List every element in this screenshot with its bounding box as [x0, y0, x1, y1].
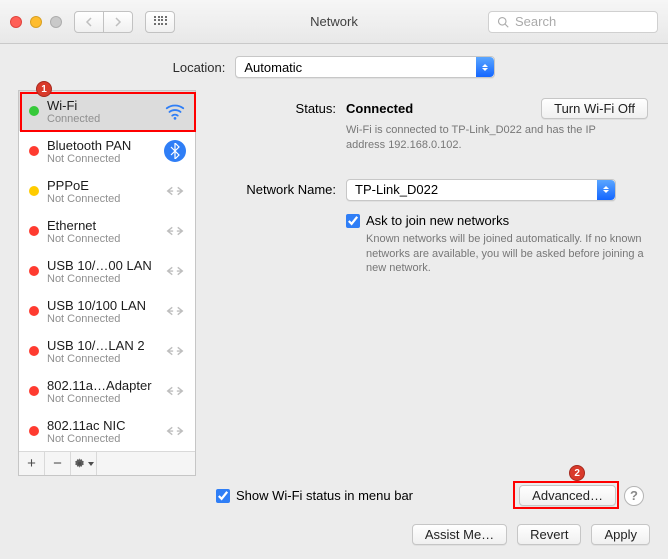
location-value: Automatic	[244, 60, 302, 75]
sidebar-item[interactable]: 802.11ac NICNot Connected	[19, 411, 195, 451]
titlebar: Network Search	[0, 0, 668, 44]
status-dot	[29, 386, 39, 396]
sidebar-item[interactable]: USB 10/100 LANNot Connected	[19, 291, 195, 331]
status-dot	[29, 306, 39, 316]
ask-to-join-subtext: Known networks will be joined automatica…	[366, 232, 646, 277]
connection-name: USB 10/…LAN 2	[47, 338, 159, 353]
connection-name: USB 10/100 LAN	[47, 298, 159, 313]
gear-icon	[73, 457, 94, 470]
sidebar-item[interactable]: PPPoENot Connected	[19, 171, 195, 211]
connection-status: Not Connected	[47, 233, 159, 245]
window-title: Network	[310, 14, 358, 29]
assist-me-button[interactable]: Assist Me…	[412, 524, 507, 545]
connection-status: Not Connected	[47, 193, 159, 205]
show-all-button[interactable]	[145, 11, 175, 33]
close-window[interactable]	[10, 16, 22, 28]
forward-button[interactable]	[103, 11, 133, 33]
connection-name: Bluetooth PAN	[47, 138, 159, 153]
connection-name: Wi-Fi	[47, 98, 159, 113]
connections-sidebar: Wi-FiConnectedBluetooth PANNot Connected…	[18, 90, 196, 476]
wifi-icon	[163, 99, 187, 123]
content: Location: Automatic 1 Wi-FiConnectedBlue…	[0, 44, 668, 559]
show-status-checkbox[interactable]: Show Wi-Fi status in menu bar	[216, 488, 413, 503]
sidebar-item[interactable]: Wi-FiConnected	[19, 91, 195, 131]
window-controls	[10, 16, 62, 28]
status-dot	[29, 106, 39, 116]
connection-status: Not Connected	[47, 313, 159, 325]
connection-name: PPPoE	[47, 178, 159, 193]
bluetooth-icon	[163, 139, 187, 163]
turn-wifi-off-button[interactable]: Turn Wi-Fi Off	[541, 98, 648, 119]
sidebar-item[interactable]: Bluetooth PANNot Connected	[19, 131, 195, 171]
remove-connection-button[interactable]: −	[45, 452, 71, 475]
connection-status: Not Connected	[47, 393, 159, 405]
network-name-value: TP-Link_D022	[355, 182, 438, 197]
show-status-input[interactable]	[216, 489, 230, 503]
connections-list[interactable]: Wi-FiConnectedBluetooth PANNot Connected…	[19, 91, 195, 451]
status-dot	[29, 146, 39, 156]
zoom-window[interactable]	[50, 16, 62, 28]
connection-name: 802.11a…Adapter	[47, 378, 159, 393]
status-dot	[29, 226, 39, 236]
ethernet-icon	[163, 379, 187, 403]
sidebar-item[interactable]: EthernetNot Connected	[19, 211, 195, 251]
help-button[interactable]: ?	[624, 486, 644, 506]
detail-panel: Status: Connected Turn Wi-Fi Off Wi-Fi i…	[196, 90, 652, 514]
connection-status: Not Connected	[47, 273, 159, 285]
search-icon	[497, 16, 509, 28]
ethernet-icon	[163, 219, 187, 243]
revert-button[interactable]: Revert	[517, 524, 581, 545]
chevron-updown-icon	[476, 57, 494, 77]
add-connection-button[interactable]: +	[19, 452, 45, 475]
connection-status: Connected	[47, 113, 159, 125]
ethernet-icon	[163, 419, 187, 443]
sidebar-footer: + −	[19, 451, 195, 475]
chevron-updown-icon	[597, 180, 615, 200]
status-value: Connected	[346, 101, 413, 116]
advanced-button[interactable]: Advanced…	[519, 485, 616, 506]
sidebar-item[interactable]: USB 10/…LAN 2Not Connected	[19, 331, 195, 371]
minimize-window[interactable]	[30, 16, 42, 28]
bottom-bar: Assist Me… Revert Apply	[0, 514, 668, 559]
network-name-select[interactable]: TP-Link_D022	[346, 179, 616, 201]
grid-icon	[154, 16, 166, 28]
apply-button[interactable]: Apply	[591, 524, 650, 545]
ethernet-icon	[163, 339, 187, 363]
connection-status: Not Connected	[47, 153, 159, 165]
status-dot	[29, 426, 39, 436]
search-field[interactable]: Search	[488, 11, 658, 33]
back-button[interactable]	[74, 11, 104, 33]
ask-to-join-checkbox[interactable]: Ask to join new networks	[346, 213, 648, 228]
ethernet-icon	[163, 299, 187, 323]
ask-to-join-label: Ask to join new networks	[366, 213, 509, 228]
connection-name: 802.11ac NIC	[47, 418, 159, 433]
ethernet-icon	[163, 259, 187, 283]
ask-to-join-input[interactable]	[346, 214, 360, 228]
connection-status: Not Connected	[47, 433, 159, 445]
status-dot	[29, 346, 39, 356]
search-placeholder: Search	[515, 14, 556, 29]
connection-actions-button[interactable]	[71, 452, 97, 475]
location-label: Location:	[173, 60, 226, 75]
status-subtext: Wi-Fi is connected to TP-Link_D022 and h…	[346, 123, 626, 153]
location-select[interactable]: Automatic	[235, 56, 495, 78]
annotation-1: 1	[36, 81, 52, 97]
show-status-label: Show Wi-Fi status in menu bar	[236, 488, 413, 503]
status-dot	[29, 266, 39, 276]
connection-name: USB 10/…00 LAN	[47, 258, 159, 273]
status-dot	[29, 186, 39, 196]
connection-status: Not Connected	[47, 353, 159, 365]
ethernet-icon	[163, 179, 187, 203]
location-row: Location: Automatic	[0, 56, 668, 78]
connection-name: Ethernet	[47, 218, 159, 233]
network-name-label: Network Name:	[216, 179, 346, 197]
sidebar-item[interactable]: 802.11a…AdapterNot Connected	[19, 371, 195, 411]
status-label: Status:	[216, 98, 346, 116]
sidebar-item[interactable]: USB 10/…00 LANNot Connected	[19, 251, 195, 291]
